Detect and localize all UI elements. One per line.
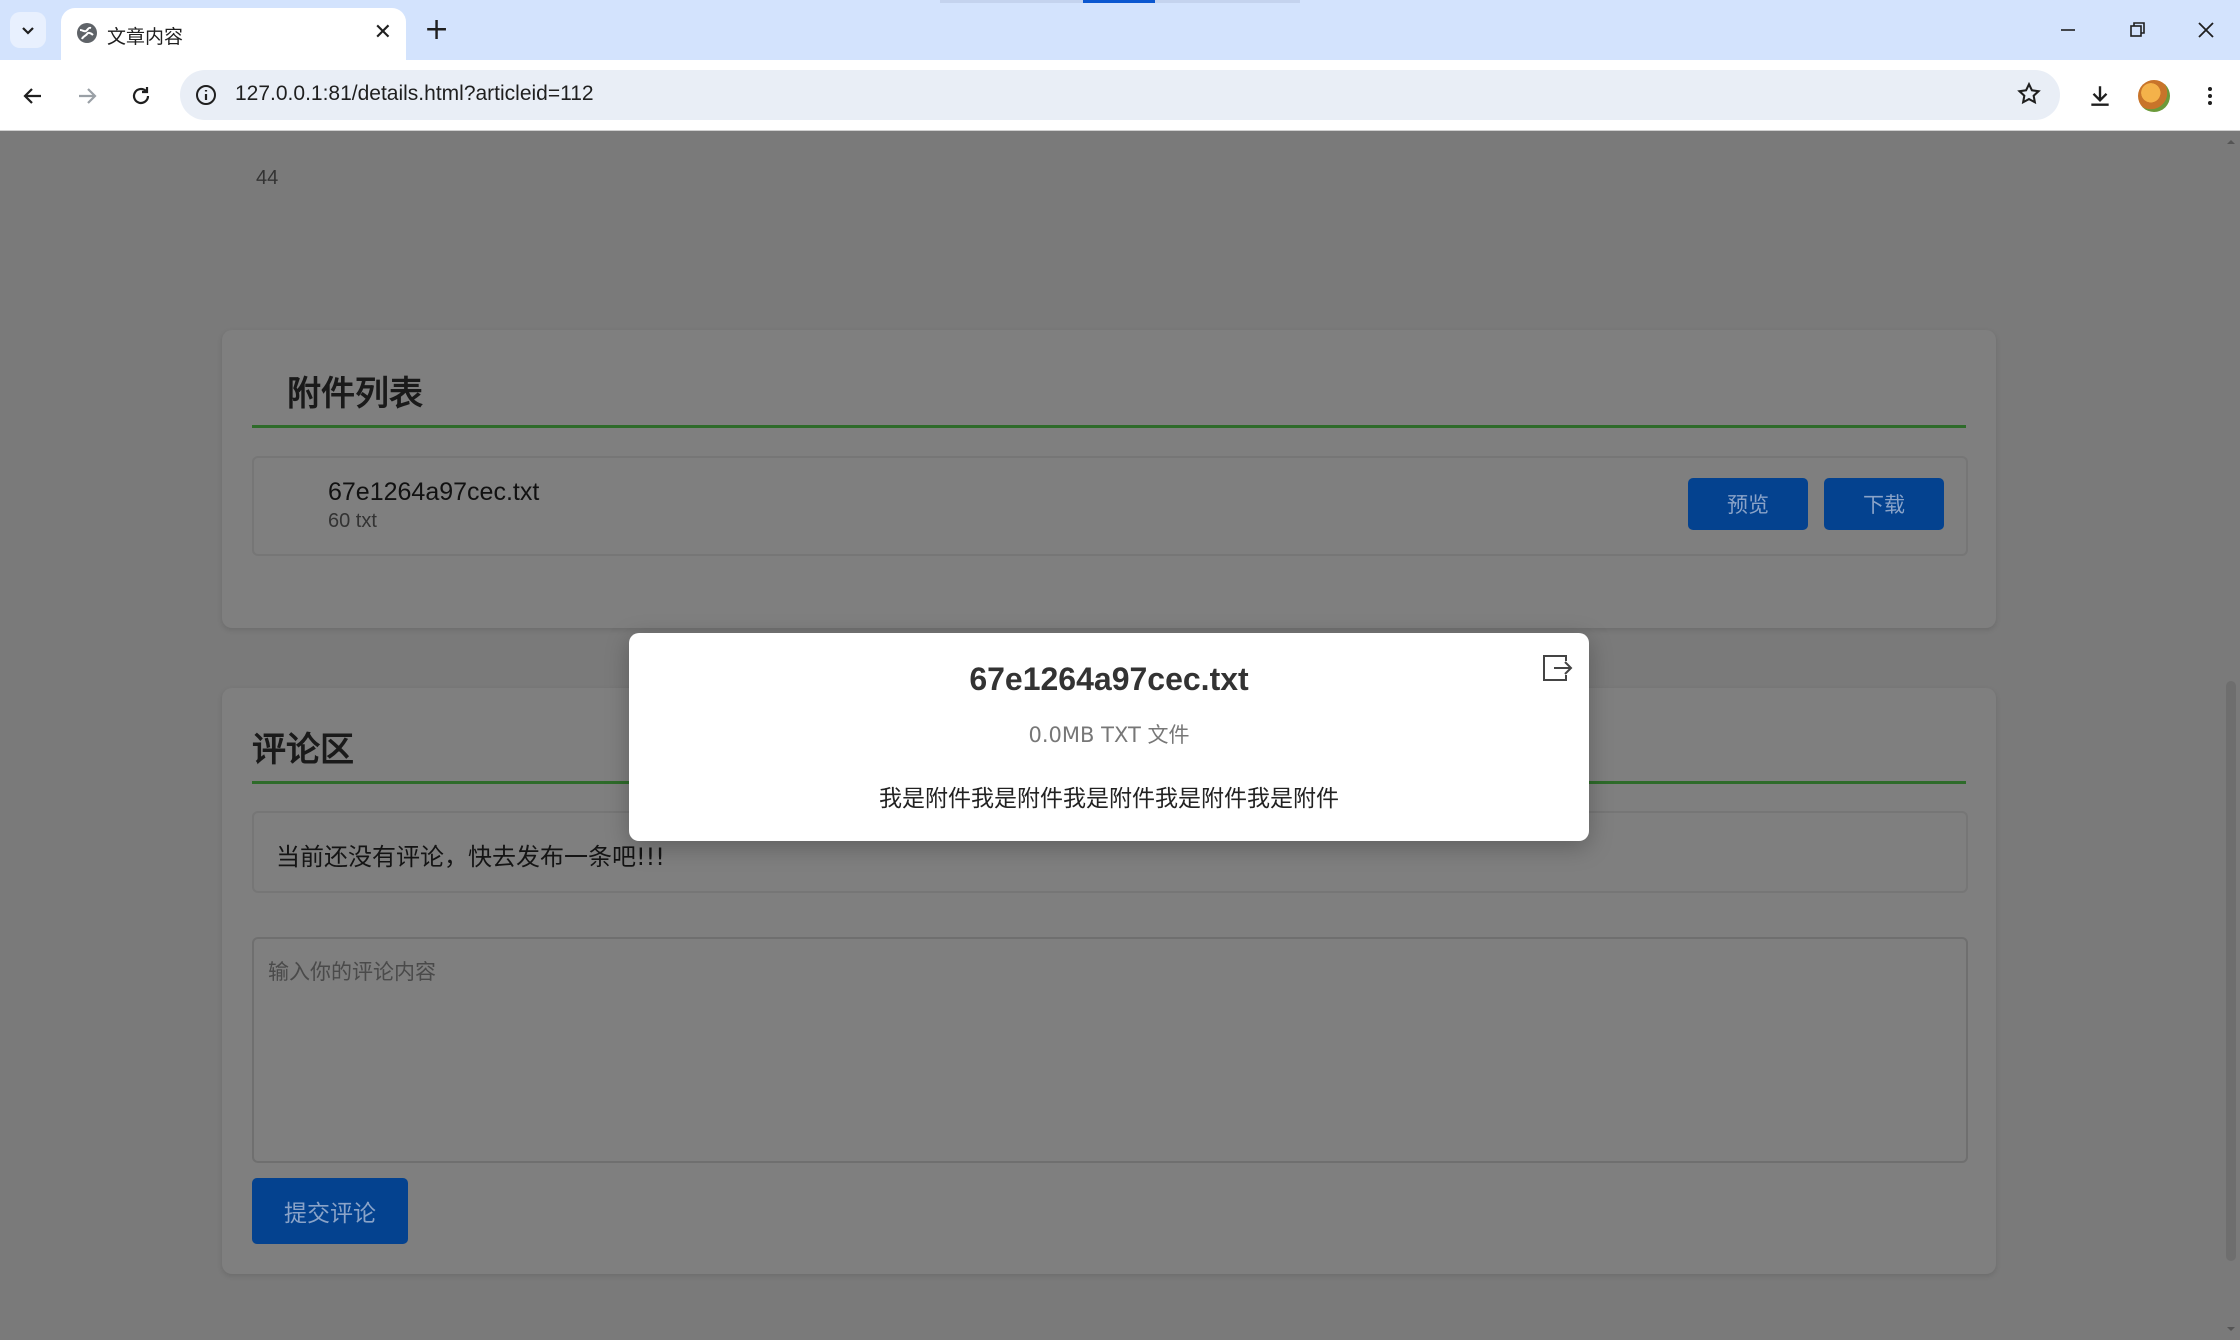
tab-title: 文章内容	[107, 26, 184, 48]
minimize-icon[interactable]	[2048, 14, 2088, 46]
profile-avatar[interactable]	[2138, 80, 2170, 112]
tab-search-button[interactable]	[10, 12, 46, 48]
url-text[interactable]: 127.0.0.1:81/details.html?articleid=112	[235, 82, 594, 106]
submit-comment-button[interactable]: 提交评论	[252, 1178, 408, 1244]
preview-modal: 67e1264a97cec.txt 0.0MB TXT 文件 我是附件我是附件我…	[629, 633, 1589, 841]
chevron-down-icon	[22, 27, 34, 35]
attachment-item: 67e1264a97cec.txt 60 txt 预览 下载	[252, 456, 1968, 556]
back-icon[interactable]	[13, 76, 53, 116]
attachments-title: 附件列表	[287, 374, 423, 414]
tab-strip: 文章内容 ✕ +	[0, 0, 2240, 60]
address-bar[interactable]: 127.0.0.1:81/details.html?articleid=112	[180, 70, 2060, 120]
restore-icon[interactable]	[2118, 14, 2158, 46]
modal-file-content: 我是附件我是附件我是附件我是附件我是附件	[879, 786, 1339, 812]
empty-comments-text: 当前还没有评论，快去发布一条吧!!!	[276, 843, 665, 871]
modal-file-meta: 0.0MB TXT 文件	[1028, 723, 1190, 747]
comment-input[interactable]: 输入你的评论内容	[252, 937, 1968, 1163]
menu-icon[interactable]	[2190, 76, 2230, 116]
exit-icon[interactable]	[1540, 651, 1574, 685]
attachment-file-name: 67e1264a97cec.txt	[328, 478, 540, 506]
attachments-divider	[252, 425, 1966, 428]
close-window-icon[interactable]	[2186, 14, 2226, 46]
scroll-down-icon[interactable]	[2226, 1324, 2236, 1334]
scrollbar-thumb[interactable]	[2226, 681, 2236, 1261]
browser-toolbar: 127.0.0.1:81/details.html?articleid=112	[0, 60, 2240, 131]
preview-button[interactable]: 预览	[1688, 478, 1808, 530]
attachment-file-meta: 60 txt	[328, 510, 377, 532]
reload-icon[interactable]	[121, 76, 161, 116]
forward-icon[interactable]	[67, 76, 107, 116]
download-icon[interactable]	[2080, 76, 2120, 116]
globe-icon	[77, 23, 97, 43]
comments-title: 评论区	[252, 730, 354, 770]
close-icon[interactable]: ✕	[374, 20, 392, 45]
comment-input-placeholder: 输入你的评论内容	[268, 960, 436, 984]
modal-title: 67e1264a97cec.txt	[969, 661, 1249, 697]
page-number-text: 44	[256, 167, 279, 189]
site-info-icon[interactable]	[194, 83, 218, 107]
tab-active[interactable]: 文章内容 ✕	[61, 8, 406, 60]
page-scrollbar[interactable]	[2222, 131, 2240, 1340]
scroll-up-icon[interactable]	[2226, 137, 2236, 147]
tab-strip-accent-active	[1083, 0, 1155, 3]
download-button[interactable]: 下载	[1824, 478, 1944, 530]
new-tab-icon[interactable]: +	[424, 12, 449, 48]
attachments-card: 附件列表 67e1264a97cec.txt 60 txt 预览 下载	[222, 330, 1996, 628]
star-icon[interactable]	[2016, 81, 2042, 107]
